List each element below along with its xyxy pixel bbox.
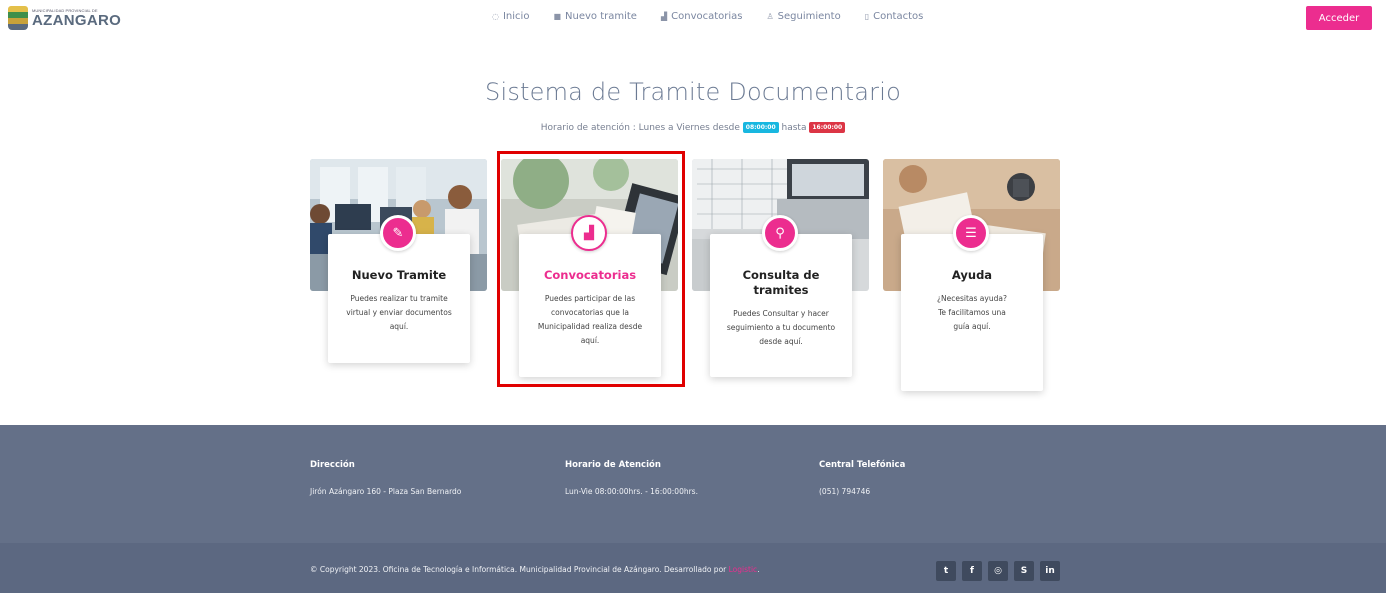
phone-icon: ▯ bbox=[864, 12, 870, 21]
skype-icon[interactable]: S bbox=[1014, 561, 1034, 581]
search-icon: ⚲ bbox=[762, 215, 798, 251]
nav-item-convocatorias[interactable]: ▟ Convocatorias bbox=[661, 11, 743, 22]
footer-hours-label: Horario de Atención bbox=[565, 460, 661, 470]
page-title: Sistema de Tramite Documentario bbox=[485, 78, 901, 106]
twitter-icon[interactable]: t bbox=[936, 561, 956, 581]
schedule-prefix: Horario de atención : Lunes a Viernes de… bbox=[540, 123, 740, 133]
footer-address-label: Dirección bbox=[310, 460, 355, 470]
schedule-end-badge: 16:00:00 bbox=[809, 122, 846, 133]
linkedin-icon[interactable]: in bbox=[1040, 561, 1060, 581]
nav-item-label: Contactos bbox=[873, 11, 924, 22]
bar-chart-icon: ▟ bbox=[660, 12, 668, 21]
nav-item-nuevo-tramite[interactable]: ■ Nuevo tramite bbox=[553, 11, 637, 22]
instagram-icon[interactable]: ◎ bbox=[988, 561, 1008, 581]
nav-item-label: Nuevo tramite bbox=[565, 11, 637, 22]
edit-icon: ✎ bbox=[380, 215, 416, 251]
footer-info bbox=[0, 425, 1386, 543]
logo-title: AZANGARO bbox=[32, 12, 122, 29]
schedule-info: Horario de atención : Lunes a Viernes de… bbox=[0, 122, 1386, 133]
main-nav: ◌ Inicio ■ Nuevo tramite ▟ Convocatorias… bbox=[492, 11, 923, 22]
nav-item-inicio[interactable]: ◌ Inicio bbox=[492, 11, 529, 22]
copyright-label: © Copyright 2023. Oficina de Tecnología … bbox=[310, 565, 727, 574]
top-navbar: MUNICIPALIDAD PROVINCIAL DE AZANGARO ◌ I… bbox=[0, 0, 1386, 38]
login-button[interactable]: Acceder bbox=[1306, 6, 1372, 30]
schedule-start-badge: 08:00:00 bbox=[742, 122, 779, 133]
site-logo[interactable]: MUNICIPALIDAD PROVINCIAL DE AZANGARO bbox=[8, 6, 121, 30]
schedule-middle: hasta bbox=[781, 123, 807, 133]
coat-of-arms-icon bbox=[8, 6, 28, 30]
card-description: ¿Necesitas ayuda? Te facilitamos una guí… bbox=[937, 294, 1007, 331]
footer-hours-value: Lun-Vie 08:00:00hrs. - 16:00:00hrs. bbox=[565, 487, 698, 496]
card-title: Ayuda bbox=[951, 268, 993, 282]
document-icon: ■ bbox=[553, 12, 562, 21]
card-description: Puedes realizar tu tramite virtual y env… bbox=[346, 294, 452, 331]
footer-phone-value: (051) 794746 bbox=[819, 487, 871, 496]
nav-item-contactos[interactable]: ▯ Contactos bbox=[865, 11, 924, 22]
facebook-icon[interactable]: f bbox=[962, 561, 982, 581]
selection-highlight bbox=[497, 151, 685, 387]
nav-item-label: Inicio bbox=[502, 11, 530, 22]
chat-icon: ☰ bbox=[953, 215, 989, 251]
card-title: Consulta de tramites bbox=[742, 268, 820, 297]
copyright-text: © Copyright 2023. Oficina de Tecnología … bbox=[310, 565, 760, 574]
footer-address-value: Jirón Azángaro 160 - Plaza San Bernardo bbox=[310, 487, 462, 496]
developer-link[interactable]: Logistic bbox=[729, 565, 758, 574]
social-links: t f ◎ S in bbox=[936, 561, 1066, 581]
card-consulta-tramites[interactable] bbox=[710, 234, 852, 377]
footer-phone-label: Central Telefónica bbox=[819, 460, 906, 470]
card-description: Puedes Consultar y hacer seguimiento a t… bbox=[726, 309, 836, 346]
nav-item-seguimiento[interactable]: ♙ Seguimiento bbox=[767, 11, 841, 22]
nav-item-label: Convocatorias bbox=[671, 11, 743, 22]
user-icon: ♙ bbox=[766, 12, 774, 21]
power-icon: ◌ bbox=[492, 12, 499, 21]
card-title: Nuevo Tramite bbox=[351, 268, 447, 282]
nav-item-label: Seguimiento bbox=[777, 11, 841, 22]
